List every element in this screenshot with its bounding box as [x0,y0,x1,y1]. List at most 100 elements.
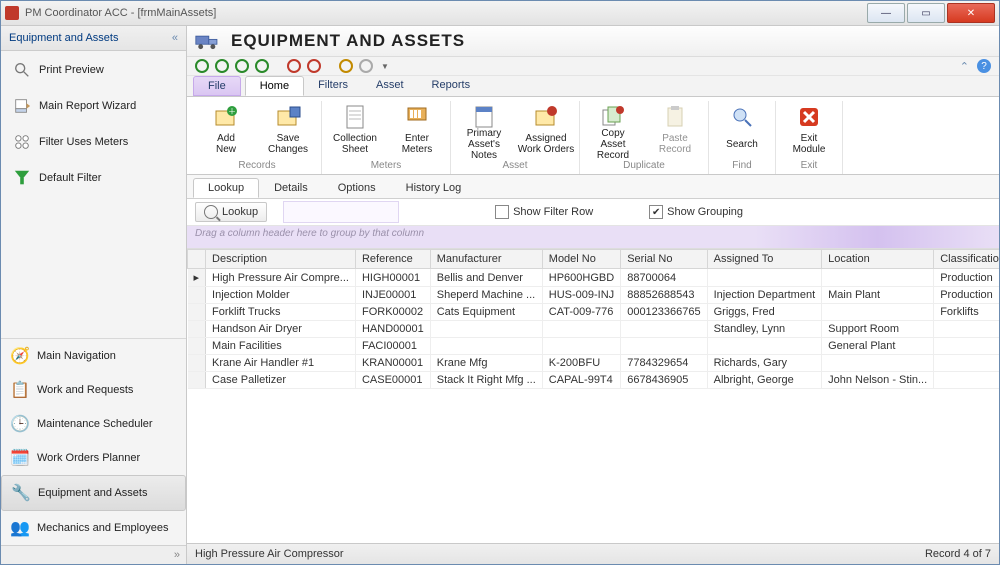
maximize-button[interactable]: ▭ [907,3,945,23]
ribbon-item[interactable]: Search [713,101,771,157]
ribbon-item[interactable]: Exit Module [780,101,838,157]
cell [707,338,822,355]
column-header[interactable]: Reference [355,250,430,269]
ribbon-item[interactable]: Assigned Work Orders [517,101,575,157]
data-grid[interactable]: DescriptionReferenceManufacturerModel No… [187,249,999,543]
table-row[interactable]: Krane Air Handler #1KRAN00001Krane MfgK-… [188,355,1000,372]
column-header[interactable]: Location [822,250,934,269]
chevron-right-icon[interactable]: » [174,549,180,561]
ribbon-tab[interactable]: Filters [304,76,362,96]
cell: Main Facilities [206,338,356,355]
cell: 88700064 [621,269,707,287]
show-filter-row-check[interactable]: Show Filter Row [495,205,593,219]
ribbon-tab-file[interactable]: File [193,76,241,96]
sidebar-nav-item[interactable]: 🗓️Work Orders Planner [1,441,186,475]
column-header[interactable]: Serial No [621,250,707,269]
ribbon-item-label: Assigned Work Orders [518,133,575,155]
sidebar-top-item[interactable]: Print Preview [5,57,182,83]
sidebar-header[interactable]: Equipment and Assets « [1,26,186,51]
qa-icon-3[interactable] [339,59,353,73]
ribbon-item-icon [274,103,302,131]
sidebar-nav-item[interactable]: 🕒Maintenance Scheduler [1,407,186,441]
sidebar-top-item[interactable]: Default Filter [5,165,182,191]
sub-tab[interactable]: Options [323,178,391,198]
lookup-toolbar: Lookup Show Filter Row ✔ Show Grouping [187,199,999,226]
table-row[interactable]: Handson Air DryerHAND00001Standley, Lynn… [188,321,1000,338]
truck-icon [195,31,221,51]
nav-last-icon[interactable] [255,59,269,73]
show-grouping-check[interactable]: ✔ Show Grouping [649,205,743,219]
sub-tab[interactable]: Lookup [193,178,259,198]
ribbon-item[interactable]: Enter Meters [388,101,446,157]
ribbon-item[interactable]: ＋Add New [197,101,255,157]
group-by-bar[interactable]: Drag a column header here to group by th… [187,226,999,249]
sub-tabs: LookupDetailsOptionsHistory Log [187,175,999,199]
column-header[interactable]: Description [206,250,356,269]
cell: HUS-009-INJ [542,287,620,304]
column-header[interactable]: Classification [934,250,999,269]
ribbon-group: ＋Add NewSave ChangesRecords [193,101,322,174]
column-header[interactable]: Assigned To [707,250,822,269]
sub-tab[interactable]: Details [259,178,323,198]
minimize-button[interactable]: — [867,3,905,23]
table-row[interactable]: Forklift TrucksFORK00002Cats EquipmentCA… [188,304,1000,321]
table-row[interactable]: Case PalletizerCASE00001Stack It Right M… [188,372,1000,389]
cell: Bellis and Denver [430,269,542,287]
qa-icon-4[interactable] [359,59,373,73]
ribbon-tab[interactable]: Reports [418,76,485,96]
cell: Forklift Trucks [206,304,356,321]
qa-dropdown-icon[interactable]: ▼ [381,62,389,71]
sidebar-nav-item[interactable]: 👥Mechanics and Employees [1,511,186,545]
ribbon-expand-icon[interactable]: ⌃ [960,60,969,73]
cell: Cats Equipment [430,304,542,321]
cell: High Pressure Air Compre... [206,269,356,287]
lookup-button[interactable]: Lookup [195,202,267,222]
sidebar-nav-item[interactable]: 🔧Equipment and Assets [1,475,186,511]
cell: Albright, George [707,372,822,389]
help-icon[interactable]: ? [977,59,991,73]
cell: HP600HGBD [542,269,620,287]
ribbon-item[interactable]: Primary Asset's Notes [455,101,513,157]
ribbon-tab[interactable]: Home [245,76,304,96]
ribbon-item[interactable]: Collection Sheet [326,101,384,157]
cell [934,355,999,372]
ribbon-item[interactable]: Save Changes [259,101,317,157]
nav-first-icon[interactable] [195,59,209,73]
app-window: PM Coordinator ACC - [frmMainAssets] — ▭… [0,0,1000,565]
sidebar-item-icon [13,169,31,187]
ribbon-item-label: Copy Asset Record [584,133,642,155]
table-row[interactable]: Main FacilitiesFACI00001General Plant [188,338,1000,355]
ribbon-bar: ▼ ⌃ ? File HomeFiltersAssetReports [187,57,999,97]
cell: CAT-009-776 [542,304,620,321]
cell [822,355,934,372]
column-header[interactable]: Manufacturer [430,250,542,269]
sidebar-nav-icon: 🕒 [11,415,29,433]
column-header[interactable]: Model No [542,250,620,269]
window-title: PM Coordinator ACC - [frmMainAssets] [25,7,865,19]
cell: 000123366765 [621,304,707,321]
close-button[interactable]: ✕ [947,3,995,23]
status-right: Record 4 of 7 [925,548,991,560]
lookup-input[interactable] [283,201,399,223]
cell: 88852688543 [621,287,707,304]
ribbon-item[interactable]: Copy Asset Record [584,101,642,157]
sidebar-top-item[interactable]: Main Report Wizard [5,93,182,119]
table-row[interactable]: ▸High Pressure Air Compre...HIGH00001Bel… [188,269,1000,287]
row-indicator [188,321,206,338]
sidebar-top-item[interactable]: Filter Uses Meters [5,129,182,155]
sidebar-item-label: Work Orders Planner [37,452,140,464]
cell: Production [934,269,999,287]
cell: CAPAL-99T4 [542,372,620,389]
qa-icon-1[interactable] [287,59,301,73]
qa-icon-2[interactable] [307,59,321,73]
sidebar-nav-item[interactable]: 📋Work and Requests [1,373,186,407]
show-filter-row-label: Show Filter Row [513,206,593,218]
app-icon [5,6,19,20]
sub-tab[interactable]: History Log [391,178,477,198]
quick-access-toolbar: ▼ ⌃ ? [187,57,999,76]
table-row[interactable]: Injection MolderINJE00001Sheperd Machine… [188,287,1000,304]
nav-prev-icon[interactable] [215,59,229,73]
ribbon-tab[interactable]: Asset [362,76,418,96]
sidebar-nav-item[interactable]: 🧭Main Navigation [1,339,186,373]
nav-next-icon[interactable] [235,59,249,73]
